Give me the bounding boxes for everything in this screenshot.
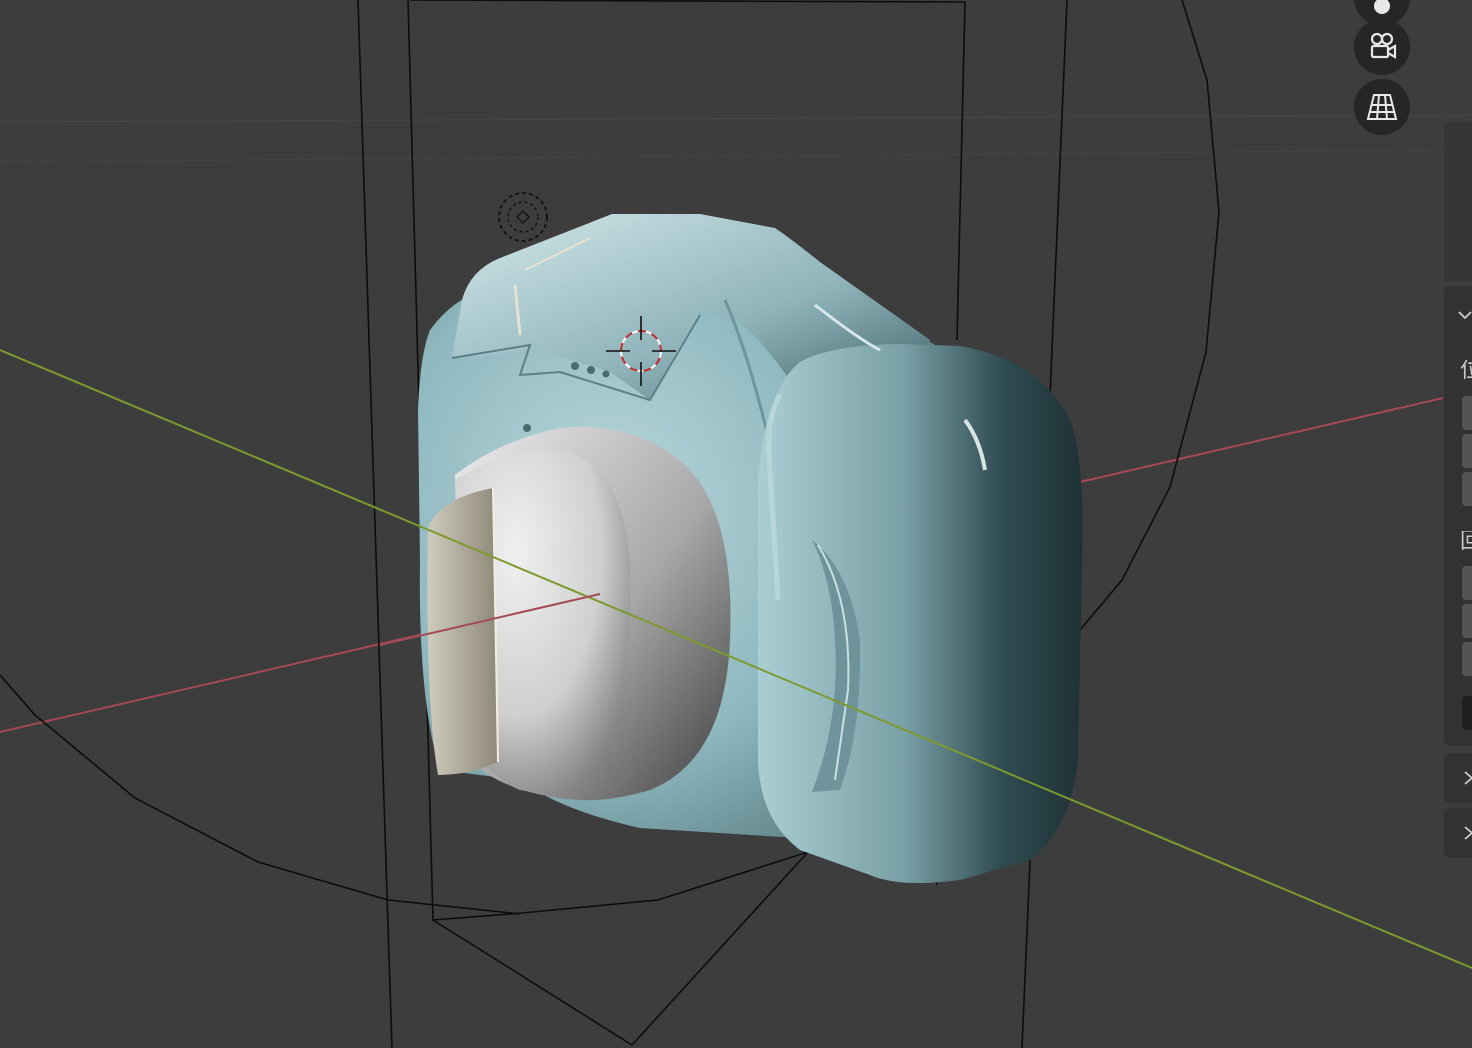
camera-lens	[427, 426, 731, 801]
rotation-z-field[interactable]	[1462, 642, 1472, 676]
chevron-down-icon[interactable]	[1458, 308, 1472, 322]
sidebar-tab-strip[interactable]	[1444, 122, 1472, 282]
rotation-y-field[interactable]	[1462, 604, 1472, 638]
camera-grip	[758, 344, 1083, 884]
rotation-mode-dropdown[interactable]	[1462, 696, 1472, 730]
collapsed-section-scale[interactable]	[1444, 753, 1472, 803]
rotation-x-field[interactable]	[1462, 566, 1472, 600]
chevron-right-icon	[1464, 771, 1472, 785]
location-x-field[interactable]	[1462, 396, 1472, 430]
location-label: 位	[1460, 360, 1472, 382]
collapsed-section-delta[interactable]	[1444, 808, 1472, 858]
horizon-lines	[0, 114, 1472, 163]
camera-model[interactable]	[418, 214, 1083, 884]
3d-viewport[interactable]	[0, 0, 1472, 1048]
chevron-right-icon	[1464, 826, 1472, 840]
rotation-label: 回	[1460, 531, 1472, 553]
light-object-icon[interactable]	[498, 192, 548, 242]
camera-view-icon[interactable]	[1354, 19, 1410, 75]
perspective-grid-icon[interactable]	[1354, 79, 1410, 135]
location-y-field[interactable]	[1462, 434, 1472, 468]
location-z-field[interactable]	[1462, 472, 1472, 506]
properties-panel: 位 回	[1444, 286, 1472, 746]
